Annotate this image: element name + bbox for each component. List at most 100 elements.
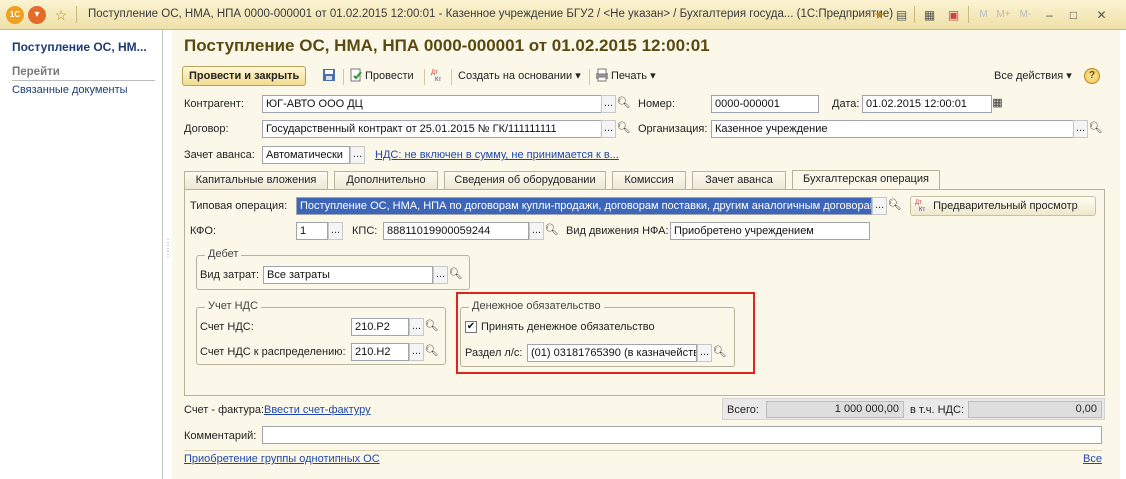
comment-field[interactable] bbox=[262, 426, 1102, 444]
advance-select-button[interactable]: ... bbox=[350, 146, 365, 164]
kps-field[interactable]: 88811019900059244 bbox=[383, 222, 529, 240]
create-based-on-label: Создать на основании bbox=[458, 70, 573, 82]
vat-account-select-button[interactable]: ... bbox=[409, 318, 424, 336]
kfo-select-button[interactable]: ... bbox=[328, 222, 343, 240]
vat-distribution-search-icon[interactable]: 🔍︎ bbox=[424, 343, 439, 361]
splitter-grip-icon[interactable]: ⋮ ⋮ ⋮ bbox=[164, 239, 172, 266]
close-button[interactable]: ✕ bbox=[1092, 5, 1111, 24]
calculator-icon[interactable]: ▦ bbox=[920, 5, 939, 24]
tab-advance-offset[interactable]: Зачет аванса bbox=[692, 171, 786, 190]
vat-settings-link[interactable]: НДС: не включен в сумму, не принимается … bbox=[375, 149, 619, 161]
post-and-close-button[interactable]: Провести и закрыть bbox=[182, 66, 307, 86]
dt-kt-icon: ДтКт bbox=[431, 70, 441, 82]
number-field[interactable]: 0000-000001 bbox=[711, 95, 819, 113]
post-document-icon bbox=[350, 68, 362, 82]
operation-type-field[interactable]: Поступление ОС, НМА, НПА по договорам ку… bbox=[296, 197, 872, 215]
organization-search-icon[interactable]: 🔍︎ bbox=[1088, 120, 1103, 138]
calendar-picker-icon[interactable]: ▦ bbox=[990, 95, 1005, 113]
kps-select-button[interactable]: ... bbox=[529, 222, 544, 240]
tab-equipment-info[interactable]: Сведения об оборудовании bbox=[444, 171, 606, 190]
all-link[interactable]: Все bbox=[1083, 453, 1102, 465]
app-logo-icon[interactable]: 1С bbox=[6, 6, 24, 24]
dt-kt-icon: ДтКт bbox=[915, 200, 925, 212]
total-value: 1 000 000,00 bbox=[766, 401, 904, 418]
debit-group-caption: Дебет bbox=[205, 248, 242, 260]
vat-account-group-caption: Учет НДС bbox=[205, 300, 261, 312]
cost-type-field[interactable]: Все затраты bbox=[263, 266, 433, 284]
window-titlebar: 1С ▾ ☆ Поступление ОС, НМА, НПА 0000-000… bbox=[0, 0, 1126, 30]
vat-distribution-select-button[interactable]: ... bbox=[409, 343, 424, 361]
cost-type-label: Вид затрат: bbox=[200, 269, 260, 281]
memory-mminus-icon[interactable]: M- bbox=[1016, 5, 1035, 24]
sidebar-item-related-documents[interactable]: Связанные документы bbox=[12, 84, 128, 96]
tab-accounting-operation[interactable]: Бухгалтерская операция bbox=[792, 170, 940, 190]
chevron-down-icon: ▾ bbox=[650, 70, 656, 82]
window-title: Поступление ОС, НМА, НПА 0000-000001 от … bbox=[88, 8, 894, 20]
maximize-button[interactable]: □ bbox=[1064, 5, 1083, 24]
advance-label: Зачет аванса: bbox=[184, 149, 255, 161]
contract-search-icon[interactable]: 🔍︎ bbox=[616, 120, 631, 138]
chevron-down-icon: ▾ bbox=[1066, 70, 1072, 82]
vat-account-label: Счет НДС: bbox=[200, 321, 254, 333]
create-based-on-button[interactable]: Создать на основании ▾ bbox=[458, 67, 581, 87]
save-button[interactable] bbox=[322, 67, 340, 87]
svg-text:Дт: Дт bbox=[915, 200, 922, 206]
vat-account-field[interactable]: 210.Р2 bbox=[351, 318, 409, 336]
print-button[interactable]: Печать ▾ bbox=[595, 67, 656, 87]
number-label: Номер: bbox=[638, 98, 675, 110]
preview-button[interactable]: Дт Кт Предварительный просмотр bbox=[910, 196, 1096, 216]
organization-select-button[interactable]: ... bbox=[1073, 120, 1088, 138]
counterparty-select-button[interactable]: ... bbox=[601, 95, 616, 113]
advance-field[interactable]: Автоматически bbox=[262, 146, 350, 164]
highlight-frame bbox=[456, 292, 755, 374]
organization-label: Организация: bbox=[638, 123, 708, 135]
counterparty-search-icon[interactable]: 🔍︎ bbox=[616, 95, 631, 113]
printer-icon bbox=[596, 68, 608, 82]
nfa-movement-field[interactable]: Приобретено учреждением bbox=[670, 222, 870, 240]
kps-label: КПС: bbox=[352, 225, 378, 237]
floppy-disk-icon bbox=[323, 69, 335, 81]
organization-field[interactable]: Казенное учреждение bbox=[711, 120, 1075, 138]
contract-field[interactable]: Государственный контракт от 25.01.2015 №… bbox=[262, 120, 602, 138]
menu-dropdown-icon[interactable]: ▾ bbox=[28, 6, 46, 24]
sidebar-divider bbox=[12, 80, 155, 81]
vat-total-label: в т.ч. НДС: bbox=[910, 404, 965, 416]
tab-additional[interactable]: Дополнительно bbox=[334, 171, 438, 190]
group-assets-link[interactable]: Приобретение группы однотипных ОС bbox=[184, 453, 380, 465]
tab-capital-investments[interactable]: Капитальные вложения bbox=[184, 171, 328, 190]
counterparty-label: Контрагент: bbox=[184, 98, 244, 110]
post-button[interactable]: Провести bbox=[349, 67, 414, 87]
cost-type-select-button[interactable]: ... bbox=[433, 266, 448, 284]
operation-type-select-button[interactable]: ... bbox=[872, 197, 887, 215]
vat-distribution-label: Счет НДС к распределению: bbox=[200, 346, 346, 358]
date-field[interactable]: 01.02.2015 12:00:01 bbox=[862, 95, 992, 113]
kps-search-icon[interactable]: 🔍︎ bbox=[544, 222, 559, 240]
history-icon[interactable]: ▤ bbox=[892, 5, 911, 24]
kfo-field[interactable]: 1 bbox=[296, 222, 328, 240]
date-label: Дата: bbox=[832, 98, 860, 110]
contract-select-button[interactable]: ... bbox=[601, 120, 616, 138]
memory-m-icon[interactable]: M bbox=[974, 5, 993, 24]
help-button[interactable]: ? bbox=[1084, 68, 1100, 84]
post-label: Провести bbox=[365, 70, 414, 82]
comment-label: Комментарий: bbox=[184, 430, 257, 442]
preview-label: Предварительный просмотр bbox=[933, 200, 1078, 212]
vat-distribution-field[interactable]: 210.Н2 bbox=[351, 343, 409, 361]
svg-text:Дт: Дт bbox=[431, 70, 438, 76]
sidebar-section-go: Перейти bbox=[12, 66, 60, 78]
minimize-button[interactable]: – bbox=[1040, 5, 1059, 24]
tab-commission[interactable]: Комиссия bbox=[612, 171, 686, 190]
vat-account-search-icon[interactable]: 🔍︎ bbox=[424, 318, 439, 336]
favorite-star-icon[interactable]: ☆ bbox=[52, 6, 70, 24]
memory-mplus-icon[interactable]: M+ bbox=[994, 5, 1013, 24]
all-actions-label: Все действия bbox=[994, 70, 1064, 82]
all-actions-button[interactable]: Все действия ▾ bbox=[994, 67, 1072, 87]
cost-type-search-icon[interactable]: 🔍︎ bbox=[448, 266, 463, 284]
operation-type-label: Типовая операция: bbox=[190, 200, 288, 212]
counterparty-field[interactable]: ЮГ-АВТО ООО ДЦ bbox=[262, 95, 602, 113]
star-icon[interactable]: ★ bbox=[870, 5, 889, 24]
calendar-icon[interactable]: ▣ bbox=[944, 5, 963, 24]
dt-kt-movements-button[interactable]: Дт Кт bbox=[430, 67, 448, 87]
operation-type-search-icon[interactable]: 🔍︎ bbox=[887, 197, 902, 215]
enter-invoice-link[interactable]: Ввести счет-фактуру bbox=[264, 404, 371, 416]
